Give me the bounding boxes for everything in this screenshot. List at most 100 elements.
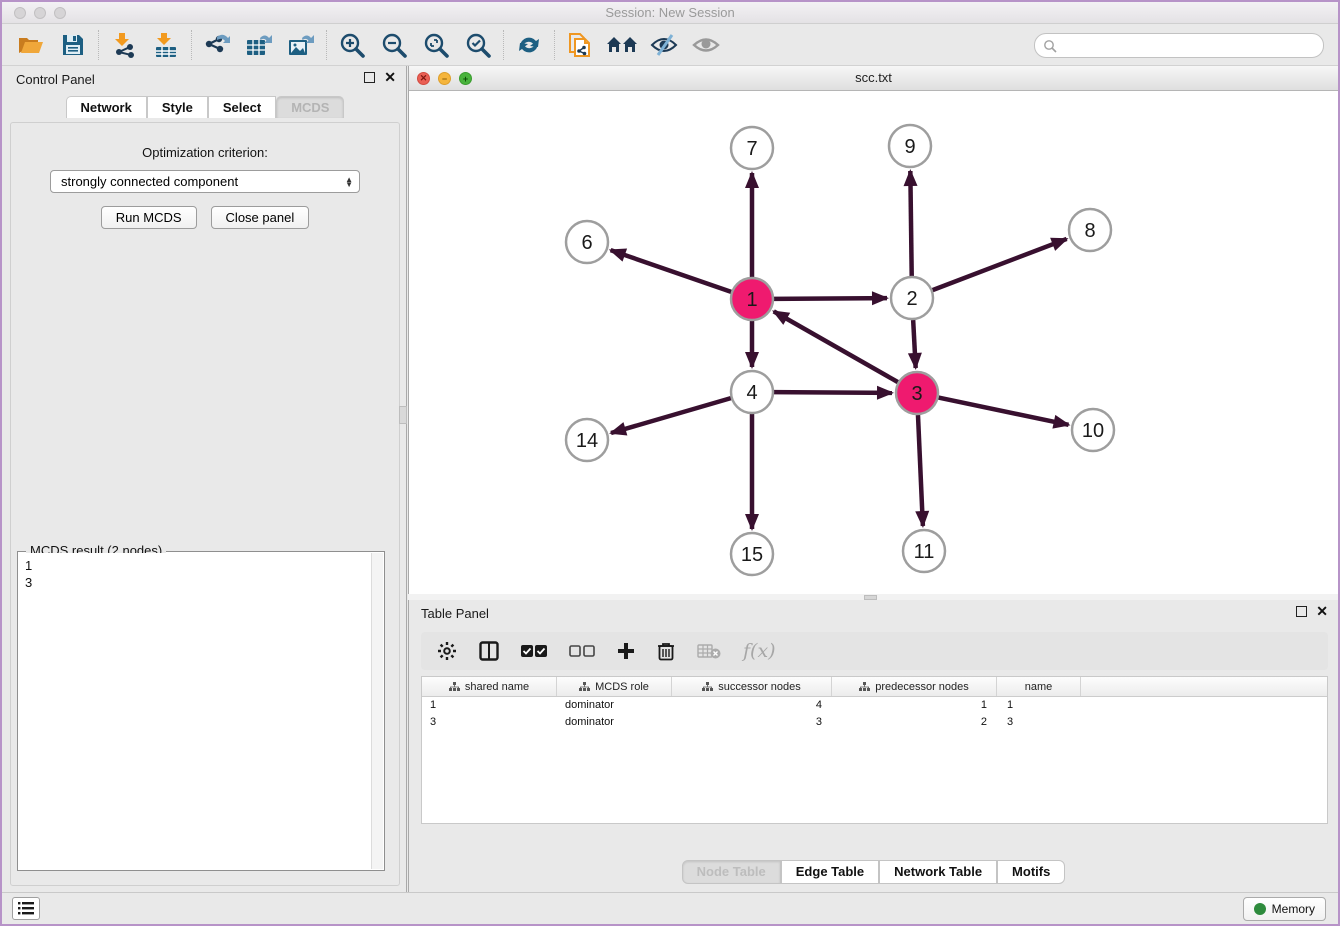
export-table-button[interactable] <box>238 28 280 62</box>
network-canvas[interactable]: 7 9 6 8 1 2 4 3 14 10 15 11 <box>409 91 1338 594</box>
clone-network-icon <box>567 31 593 59</box>
delete-column-button[interactable] <box>657 641 675 661</box>
cell-predecessor-nodes[interactable]: 2 <box>832 714 997 731</box>
cell-name[interactable]: 3 <box>997 714 1081 731</box>
edge-3-10[interactable] <box>939 398 1069 425</box>
node-14[interactable]: 14 <box>566 419 608 461</box>
add-column-button[interactable] <box>617 642 635 660</box>
node-15[interactable]: 15 <box>731 533 773 575</box>
edge-3-11[interactable] <box>918 415 923 526</box>
search-box[interactable] <box>1034 33 1324 58</box>
tab-node-table[interactable]: Node Table <box>682 860 781 884</box>
edge-1-2[interactable] <box>774 298 887 299</box>
search-input[interactable] <box>1057 36 1323 56</box>
close-table-panel-icon[interactable]: ✕ <box>1316 606 1328 617</box>
clone-network-button[interactable] <box>559 28 601 62</box>
mcds-result-text[interactable]: 1 3 <box>19 553 371 869</box>
import-table-button[interactable] <box>145 28 187 62</box>
node-label: 15 <box>741 544 763 566</box>
edge-4-3[interactable] <box>774 392 892 393</box>
zoom-in-button[interactable] <box>331 28 373 62</box>
save-session-button[interactable] <box>52 28 94 62</box>
eye-icon <box>692 35 720 55</box>
criterion-dropdown[interactable]: strongly connected component ▲▼ <box>50 170 360 193</box>
function-builder-button[interactable]: f(x) <box>743 640 776 662</box>
node-label: 9 <box>904 136 915 158</box>
cell-successor-nodes[interactable]: 4 <box>672 697 832 714</box>
edge-1-6[interactable] <box>611 250 732 292</box>
float-table-panel-icon[interactable] <box>1296 606 1307 617</box>
close-panel-button[interactable]: Close panel <box>211 206 310 229</box>
result-line: 3 <box>25 574 371 591</box>
deselect-all-button[interactable] <box>569 644 595 658</box>
vertical-splitter-handle[interactable] <box>399 406 407 424</box>
export-image-button[interactable] <box>280 28 322 62</box>
control-panel-title: Control Panel <box>16 72 95 87</box>
show-all-button[interactable] <box>685 28 727 62</box>
tab-network-table[interactable]: Network Table <box>879 860 997 884</box>
column-header-name[interactable]: name <box>997 677 1081 696</box>
zoom-fit-icon <box>423 32 449 58</box>
node-6[interactable]: 6 <box>566 221 608 263</box>
zoom-selected-button[interactable] <box>457 28 499 62</box>
edge-2-9[interactable] <box>910 171 911 276</box>
table-toolbar: f(x) <box>421 632 1328 670</box>
table-row[interactable]: 3 dominator 3 2 3 <box>422 714 1327 731</box>
home-button[interactable] <box>601 28 643 62</box>
node-1[interactable]: 1 <box>731 278 773 320</box>
node-9[interactable]: 9 <box>889 125 931 167</box>
table-row[interactable]: 1 dominator 4 1 1 <box>422 697 1327 714</box>
column-header-predecessor-nodes[interactable]: predecessor nodes <box>832 677 997 696</box>
node-4[interactable]: 4 <box>731 371 773 413</box>
node-3[interactable]: 3 <box>896 372 938 414</box>
cell-shared-name[interactable]: 3 <box>422 714 557 731</box>
gear-icon <box>437 641 457 661</box>
cell-predecessor-nodes[interactable]: 1 <box>832 697 997 714</box>
main-toolbar <box>2 25 1338 66</box>
node-10[interactable]: 10 <box>1072 409 1114 451</box>
apply-layout-button[interactable] <box>508 28 550 62</box>
delete-table-button[interactable] <box>697 643 721 659</box>
cell-mcds-role[interactable]: dominator <box>557 697 672 714</box>
column-header-successor-nodes[interactable]: successor nodes <box>672 677 832 696</box>
cell-shared-name[interactable]: 1 <box>422 697 557 714</box>
task-history-button[interactable] <box>12 897 40 920</box>
float-panel-icon[interactable] <box>364 72 375 83</box>
cell-successor-nodes[interactable]: 3 <box>672 714 832 731</box>
show-column-panel-button[interactable] <box>479 641 499 661</box>
open-session-button[interactable] <box>10 28 52 62</box>
network-window-titlebar[interactable]: ✕ − + scc.txt <box>409 66 1338 91</box>
cell-name[interactable]: 1 <box>997 697 1081 714</box>
import-network-button[interactable] <box>103 28 145 62</box>
result-scrollbar[interactable] <box>371 553 383 869</box>
edge-3-1[interactable] <box>774 311 898 382</box>
node-2[interactable]: 2 <box>891 277 933 319</box>
zoom-fit-button[interactable] <box>415 28 457 62</box>
edge-2-8[interactable] <box>933 239 1067 290</box>
tab-edge-table[interactable]: Edge Table <box>781 860 879 884</box>
edge-4-14[interactable] <box>611 398 731 433</box>
export-network-button[interactable] <box>196 28 238 62</box>
node-11[interactable]: 11 <box>903 530 945 572</box>
tab-motifs[interactable]: Motifs <box>997 860 1065 884</box>
optimization-criterion-label: Optimization criterion: <box>11 145 399 160</box>
tab-network[interactable]: Network <box>66 96 147 118</box>
hide-selected-button[interactable] <box>643 28 685 62</box>
tab-mcds[interactable]: MCDS <box>276 96 344 118</box>
select-all-button[interactable] <box>521 644 547 658</box>
column-header-shared-name[interactable]: shared name <box>422 677 557 696</box>
memory-button[interactable]: Memory <box>1243 897 1326 921</box>
cell-mcds-role[interactable]: dominator <box>557 714 672 731</box>
node-7[interactable]: 7 <box>731 127 773 169</box>
node-8[interactable]: 8 <box>1069 209 1111 251</box>
edge-2-3[interactable] <box>913 320 916 368</box>
table-settings-button[interactable] <box>437 641 457 661</box>
table-panel-header: Table Panel ✕ <box>409 600 1338 626</box>
zoom-out-button[interactable] <box>373 28 415 62</box>
tab-select[interactable]: Select <box>208 96 276 118</box>
column-header-mcds-role[interactable]: MCDS role <box>557 677 672 696</box>
close-panel-icon[interactable]: ✕ <box>384 72 396 83</box>
run-mcds-button[interactable]: Run MCDS <box>101 206 197 229</box>
tab-style[interactable]: Style <box>147 96 208 118</box>
memory-status-icon <box>1254 903 1266 915</box>
